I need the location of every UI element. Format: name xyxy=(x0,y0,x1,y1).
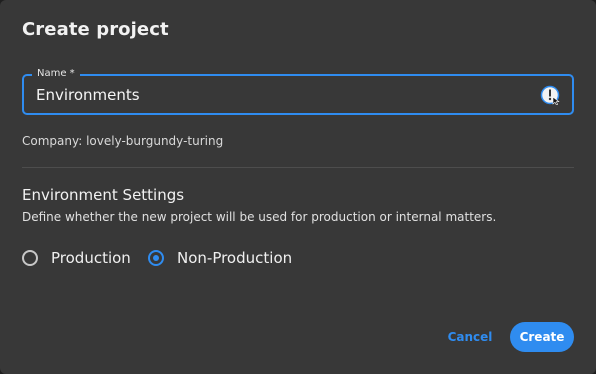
create-button[interactable]: Create xyxy=(510,322,574,352)
radio-production[interactable]: Production xyxy=(22,247,131,269)
password-manager-icon[interactable] xyxy=(540,85,560,106)
cancel-button[interactable]: Cancel xyxy=(441,322,499,352)
name-input[interactable] xyxy=(36,84,526,106)
name-field[interactable]: Name * xyxy=(22,67,574,115)
divider xyxy=(22,167,574,168)
radio-non-production-circle[interactable] xyxy=(148,250,164,266)
radio-non-production-label[interactable]: Non-Production xyxy=(177,249,292,267)
name-field-label: Name * xyxy=(32,67,80,81)
radio-non-production[interactable]: Non-Production xyxy=(148,247,292,269)
radio-production-circle[interactable] xyxy=(22,250,38,266)
dialog-title: Create project xyxy=(22,19,169,40)
environment-settings-description: Define whether the new project will be u… xyxy=(22,210,497,224)
environment-settings-title: Environment Settings xyxy=(22,186,185,204)
radio-production-label[interactable]: Production xyxy=(51,249,131,267)
create-project-dialog: Create project Name * Company: lovely-bu… xyxy=(0,0,596,374)
company-text: Company: lovely-burgundy-turing xyxy=(22,134,224,148)
